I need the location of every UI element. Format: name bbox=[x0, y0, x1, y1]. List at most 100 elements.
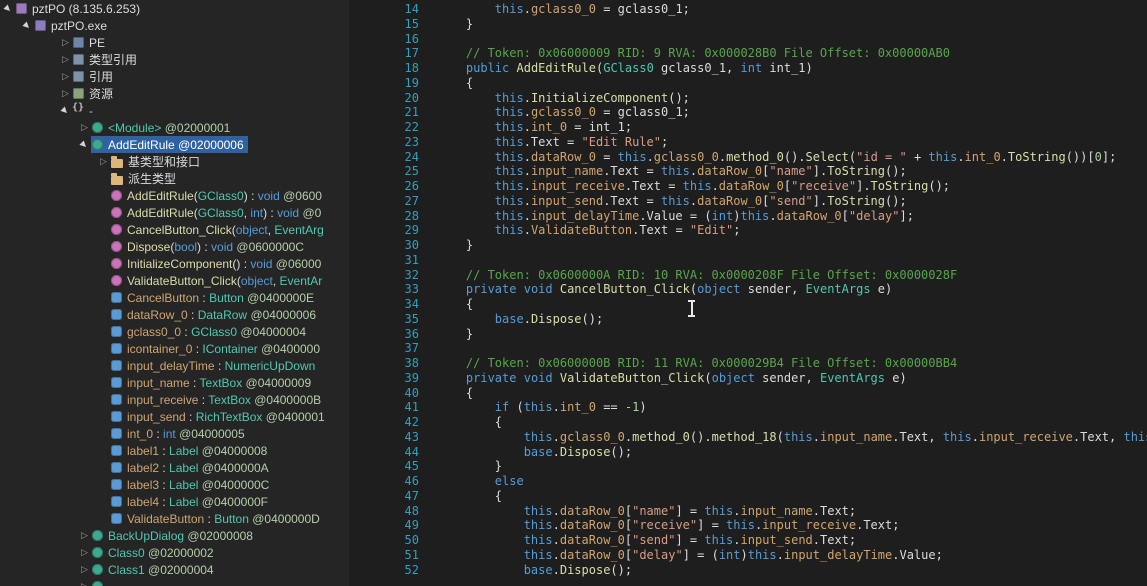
tree-item-label: AddEditRule(GClass0, int) : void @0 bbox=[127, 205, 322, 220]
code-line-18[interactable]: 18 public AddEditRule(GClass0 gclass0_1,… bbox=[349, 61, 1147, 76]
tree-item-input-name[interactable]: input_name : TextBox @04000009 bbox=[0, 374, 349, 391]
tree-item-cancelbutton[interactable]: CancelButton : Button @0400000E bbox=[0, 289, 349, 306]
tree-item-input-send[interactable]: input_send : RichTextBox @0400001 bbox=[0, 408, 349, 425]
tree-item-input-delaytime[interactable]: input_delayTime : NumericUpDown bbox=[0, 357, 349, 374]
expander-closed-icon[interactable] bbox=[78, 119, 91, 136]
code-line-35[interactable]: 35 base.Dispose(); bbox=[349, 312, 1147, 327]
tree-item-label4[interactable]: label4 : Label @0400000F bbox=[0, 493, 349, 510]
code-line-17[interactable]: 17 // Token: 0x06000009 RID: 9 RVA: 0x00… bbox=[349, 46, 1147, 61]
code-line-16[interactable]: 16 bbox=[349, 32, 1147, 47]
code-line-14[interactable]: 14 this.gclass0_0 = gclass0_1; bbox=[349, 2, 1147, 17]
expander-open-icon[interactable] bbox=[78, 136, 91, 153]
code-line-29[interactable]: 29 this.ValidateButton.Text = "Edit"; bbox=[349, 223, 1147, 238]
tree-item-item[interactable]: 引用 bbox=[0, 68, 349, 85]
tree-item-item[interactable]: 类型引用 bbox=[0, 51, 349, 68]
code-line-26[interactable]: 26 this.input_receive.Text = this.dataRo… bbox=[349, 179, 1147, 194]
code-line-30[interactable]: 30 } bbox=[349, 238, 1147, 253]
expander-closed-icon[interactable] bbox=[78, 561, 91, 578]
line-number: 14 bbox=[404, 2, 419, 16]
expander-open-icon[interactable] bbox=[59, 102, 72, 119]
code-text: } bbox=[437, 16, 474, 31]
code-line-37[interactable]: 37 bbox=[349, 341, 1147, 356]
tree-item-label2[interactable]: label2 : Label @0400000A bbox=[0, 459, 349, 476]
tree-item-item[interactable]: 派生类型 bbox=[0, 170, 349, 187]
tree-item-label1[interactable]: label1 : Label @04000008 bbox=[0, 442, 349, 459]
code-line-39[interactable]: 39 private void ValidateButton_Click(obj… bbox=[349, 371, 1147, 386]
tree-item-icontainer-0[interactable]: icontainer_0 : IContainer @0400000 bbox=[0, 340, 349, 357]
tree-item-addeditrule[interactable]: AddEditRule(GClass0, int) : void @0 bbox=[0, 204, 349, 221]
code-line-36[interactable]: 36 } bbox=[349, 327, 1147, 342]
code-line-41[interactable]: 41 if (this.int_0 == -1) bbox=[349, 400, 1147, 415]
code-line-15[interactable]: 15 } bbox=[349, 17, 1147, 32]
tree-item-item[interactable]: 资源 bbox=[0, 85, 349, 102]
code-line-45[interactable]: 45 } bbox=[349, 459, 1147, 474]
code-line-24[interactable]: 24 this.dataRow_0 = this.gclass0_0.metho… bbox=[349, 150, 1147, 165]
tree-item-item[interactable] bbox=[0, 578, 349, 586]
code-line-52[interactable]: 52 base.Dispose(); bbox=[349, 563, 1147, 578]
expander-open-icon[interactable] bbox=[21, 17, 34, 34]
code-text: this.gclass0_0.method_0().method_18(this… bbox=[523, 429, 1147, 444]
code-line-34[interactable]: 34 { bbox=[349, 297, 1147, 312]
expander-closed-icon[interactable] bbox=[78, 578, 91, 586]
expander-closed-icon[interactable] bbox=[97, 153, 110, 170]
tree-item-pztpo-8-135-6-253[interactable]: pztPO (8.135.6.253) bbox=[0, 0, 349, 17]
code-text: this.dataRow_0["delay"] = (int)this.inpu… bbox=[523, 547, 943, 562]
tree-item-backupdialog[interactable]: BackUpDialog @02000008 bbox=[0, 527, 349, 544]
code-line-50[interactable]: 50 this.dataRow_0["send"] = this.input_s… bbox=[349, 533, 1147, 548]
tree-item-gclass0-0[interactable]: gclass0_0 : GClass0 @04000004 bbox=[0, 323, 349, 340]
expander-closed-icon[interactable] bbox=[59, 68, 72, 85]
code-line-20[interactable]: 20 this.InitializeComponent(); bbox=[349, 91, 1147, 106]
tree-item-input-receive[interactable]: input_receive : TextBox @0400000B bbox=[0, 391, 349, 408]
tree-item-validatebutton[interactable]: ValidateButton : Button @0400000D bbox=[0, 510, 349, 527]
tree-item-item[interactable]: 基类型和接口 bbox=[0, 153, 349, 170]
decompiled-code-editor[interactable]: 14 this.gclass0_0 = gclass0_1; 15 } 16 17 /… bbox=[349, 0, 1147, 586]
tree-item-datarow-0[interactable]: dataRow_0 : DataRow @04000006 bbox=[0, 306, 349, 323]
tree-item-module[interactable]: <Module> @02000001 bbox=[0, 119, 349, 136]
code-line-21[interactable]: 21 this.gclass0_0 = gclass0_1; bbox=[349, 105, 1147, 120]
code-line-38[interactable]: 38 // Token: 0x0600000B RID: 11 RVA: 0x0… bbox=[349, 356, 1147, 371]
tree-item-class1[interactable]: Class1 @02000004 bbox=[0, 561, 349, 578]
code-line-48[interactable]: 48 this.dataRow_0["name"] = this.input_n… bbox=[349, 504, 1147, 519]
code-line-43[interactable]: 43 this.gclass0_0.method_0().method_18(t… bbox=[349, 430, 1147, 445]
tree-item-pe[interactable]: PE bbox=[0, 34, 349, 51]
code-line-31[interactable]: 31 bbox=[349, 253, 1147, 268]
code-line-51[interactable]: 51 this.dataRow_0["delay"] = (int)this.i… bbox=[349, 548, 1147, 563]
code-line-40[interactable]: 40 { bbox=[349, 386, 1147, 401]
expander-closed-icon[interactable] bbox=[78, 544, 91, 561]
tree-item-dispose[interactable]: Dispose(bool) : void @0600000C bbox=[0, 238, 349, 255]
tree-item-label: - bbox=[89, 103, 93, 118]
tree-item-validatebutton-click[interactable]: ValidateButton_Click(object, EventAr bbox=[0, 272, 349, 289]
tree-item-class0[interactable]: Class0 @02000002 bbox=[0, 544, 349, 561]
line-number: 46 bbox=[404, 474, 419, 488]
code-line-42[interactable]: 42 { bbox=[349, 415, 1147, 430]
code-line-19[interactable]: 19 { bbox=[349, 76, 1147, 91]
expander-closed-icon[interactable] bbox=[59, 34, 72, 51]
code-line-28[interactable]: 28 this.input_delayTime.Value = (int)thi… bbox=[349, 209, 1147, 224]
tree-item-cancelbutton-click[interactable]: CancelButton_Click(object, EventArg bbox=[0, 221, 349, 238]
tree-item-addeditrule[interactable]: AddEditRule(GClass0) : void @0600 bbox=[0, 187, 349, 204]
expander-closed-icon[interactable] bbox=[59, 51, 72, 68]
code-line-22[interactable]: 22 this.int_0 = int_1; bbox=[349, 120, 1147, 135]
tree-item-int-0[interactable]: int_0 : int @04000005 bbox=[0, 425, 349, 442]
line-number: 52 bbox=[404, 562, 419, 577]
code-text: this.InitializeComponent(); bbox=[494, 90, 690, 105]
tree-item-pztpo-exe[interactable]: pztPO.exe bbox=[0, 17, 349, 34]
expander-closed-icon[interactable] bbox=[59, 85, 72, 102]
tree-item-initializecomponent[interactable]: InitializeComponent() : void @06000 bbox=[0, 255, 349, 272]
tree-item-label: input_send : RichTextBox @0400001 bbox=[127, 409, 325, 424]
tree-item-label: input_name : TextBox @04000009 bbox=[127, 375, 312, 390]
code-line-33[interactable]: 33 private void CancelButton_Click(objec… bbox=[349, 282, 1147, 297]
code-line-27[interactable]: 27 this.input_send.Text = this.dataRow_0… bbox=[349, 194, 1147, 209]
code-line-47[interactable]: 47 { bbox=[349, 489, 1147, 504]
code-line-46[interactable]: 46 else bbox=[349, 474, 1147, 489]
tree-item-label3[interactable]: label3 : Label @0400000C bbox=[0, 476, 349, 493]
tree-item-addeditrule[interactable]: AddEditRule @02000006 bbox=[0, 136, 349, 153]
code-line-49[interactable]: 49 this.dataRow_0["receive"] = this.inpu… bbox=[349, 518, 1147, 533]
code-line-32[interactable]: 32 // Token: 0x0600000A RID: 10 RVA: 0x0… bbox=[349, 268, 1147, 283]
code-line-23[interactable]: 23 this.Text = "Edit Rule"; bbox=[349, 135, 1147, 150]
expander-closed-icon[interactable] bbox=[78, 527, 91, 544]
code-line-25[interactable]: 25 this.input_name.Text = this.dataRow_0… bbox=[349, 164, 1147, 179]
tree-item-item[interactable]: - bbox=[0, 102, 349, 119]
expander-open-icon[interactable] bbox=[2, 0, 15, 17]
code-line-44[interactable]: 44 base.Dispose(); bbox=[349, 445, 1147, 460]
